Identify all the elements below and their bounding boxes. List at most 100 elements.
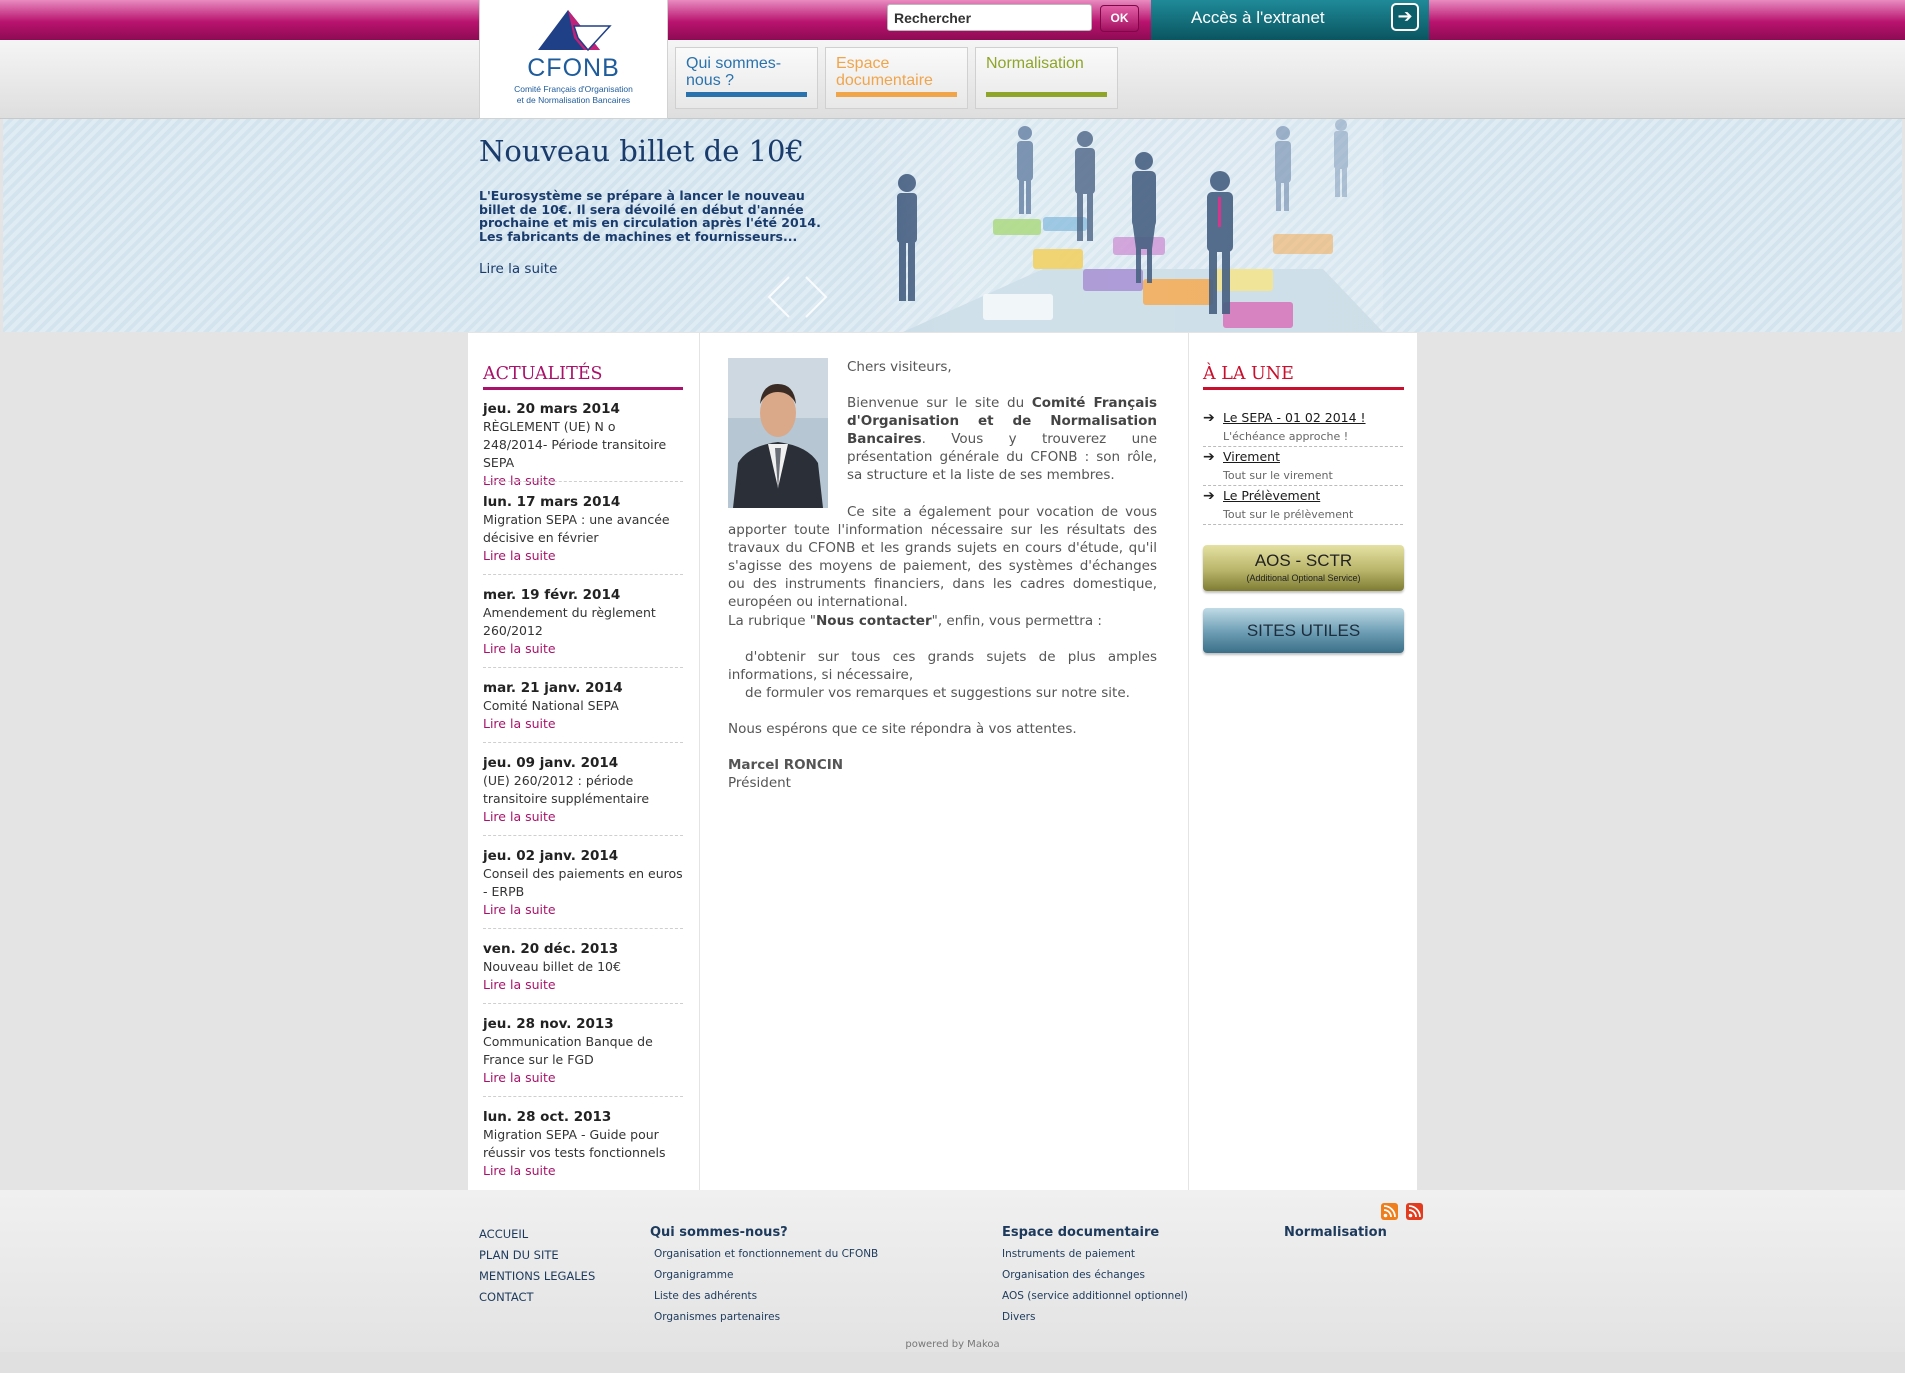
footer-bottom-band: [0, 1352, 1905, 1373]
footer-link-plan-du-site[interactable]: PLAN DU SITE: [479, 1248, 559, 1262]
search-ok-button[interactable]: OK: [1100, 5, 1139, 32]
arrow-right-icon: ➔: [1203, 449, 1215, 465]
rss-icon[interactable]: [1406, 1203, 1423, 1220]
footer-link-contact[interactable]: CONTACT: [479, 1290, 534, 1304]
signature-name: Marcel RONCIN: [728, 757, 844, 773]
news-item: lun. 28 oct. 2013 Migration SEPA - Guide …: [483, 1108, 683, 1180]
une-item-desc: L'échéance approche !: [1223, 430, 1349, 443]
tab-label: Qui sommes-nous ?: [686, 55, 782, 89]
footer-head-normalisation[interactable]: Normalisation: [1284, 1225, 1387, 1240]
welcome-paragraph-4: Nous espérons que ce site répondra à vos…: [728, 721, 1077, 737]
column-divider: [699, 333, 700, 1190]
footer-link[interactable]: Organisation des échanges: [1002, 1269, 1145, 1281]
banner-read-more-link[interactable]: Lire la suite: [479, 261, 557, 277]
tab-qui-sommes-nous[interactable]: Qui sommes-nous ?: [675, 47, 818, 109]
news-text: RÈGLEMENT (UE) N o 248/2014- Période tra…: [483, 419, 667, 470]
news-text: Amendement du règlement 260/2012: [483, 605, 656, 638]
footer-link[interactable]: Divers: [1002, 1311, 1035, 1323]
tab-underline: [686, 92, 807, 97]
news-item: ven. 20 déc. 2013 Nouveau billet de 10€ Li…: [483, 940, 683, 994]
footer-link[interactable]: Organismes partenaires: [654, 1311, 780, 1323]
news-item: jeu. 20 mars 2014 RÈGLEMENT (UE) N o 248/…: [483, 400, 683, 490]
news-date: jeu. 09 janv. 2014: [483, 755, 619, 771]
footer-link[interactable]: Organigramme: [654, 1269, 733, 1281]
news-item: lun. 17 mars 2014 Migration SEPA : une av…: [483, 493, 683, 565]
welcome-p3-start: La rubrique ": [728, 613, 816, 629]
news-separator: [483, 574, 683, 575]
news-read-more-link[interactable]: Lire la suite: [483, 808, 683, 826]
banner-illustration: [863, 119, 1383, 332]
news-item: jeu. 09 janv. 2014 (UE) 260/2012 : périod…: [483, 754, 683, 826]
aos-title: AOS - SCTR: [1254, 551, 1353, 570]
une-item-link[interactable]: Le SEPA - 01 02 2014 !: [1223, 410, 1366, 425]
news-separator: [483, 1096, 683, 1097]
logo-name: CFONB: [527, 54, 620, 82]
news-date: mar. 21 janv. 2014: [483, 680, 623, 696]
welcome-paragraph-3: La rubrique "Nous contacter", enfin, vou…: [728, 612, 1157, 630]
tab-underline: [836, 92, 957, 97]
search-input[interactable]: [887, 4, 1092, 31]
news-read-more-link[interactable]: Lire la suite: [483, 547, 683, 565]
footer-link[interactable]: Liste des adhérents: [654, 1290, 757, 1302]
news-read-more-link[interactable]: Lire la suite: [483, 901, 683, 919]
news-read-more-link[interactable]: Lire la suite: [483, 1162, 683, 1180]
footer-link-accueil[interactable]: ACCUEIL: [479, 1227, 528, 1241]
welcome-bullet-2: de formuler vos remarques et suggestions…: [745, 685, 1130, 701]
rss-glyph: [1408, 1205, 1421, 1218]
welcome-greeting: Chers visiteurs,: [847, 359, 952, 375]
a-la-une-title: À LA UNE: [1203, 364, 1294, 384]
news-read-more-link[interactable]: Lire la suite: [483, 976, 683, 994]
logo-subtitle-line1: Comité Français d'Organisation: [514, 84, 633, 94]
tab-espace-documentaire[interactable]: Espace documentaire: [825, 47, 968, 109]
news-text: (UE) 260/2012 : période transitoire supp…: [483, 773, 650, 806]
tab-label: Normalisation: [986, 55, 1084, 72]
logo-subtitle-line2: et de Normalisation Bancaires: [516, 95, 631, 105]
news-item: mar. 21 janv. 2014 Comité National SEPA Li…: [483, 679, 683, 733]
welcome-bullet-1: d'obtenir sur tous ces grands sujets de …: [728, 649, 1157, 683]
logo-subtitle: Comité Français d'Organisation et de Nor…: [480, 84, 667, 106]
hero-banner: Nouveau billet de 10€ L'Eurosystème se p…: [3, 119, 1902, 332]
news-read-more-link[interactable]: Lire la suite: [483, 715, 683, 733]
chevron-right-icon[interactable]: [800, 275, 830, 319]
chevron-left-icon[interactable]: [765, 275, 795, 319]
news-separator: [483, 742, 683, 743]
news-separator: [483, 1003, 683, 1004]
une-separator: [1203, 524, 1403, 525]
aos-sctr-button[interactable]: AOS - SCTR (Additional Optional Service): [1203, 545, 1404, 591]
footer-link[interactable]: Instruments de paiement: [1002, 1248, 1135, 1260]
news-text: Nouveau billet de 10€: [483, 959, 621, 974]
rss-icon[interactable]: [1381, 1203, 1398, 1220]
a-la-une-rule: [1203, 387, 1404, 390]
news-date: mer. 19 févr. 2014: [483, 587, 621, 603]
footer-link[interactable]: Organisation et fonctionnement du CFONB: [654, 1248, 878, 1260]
site-logo[interactable]: CFONB Comité Français d'Organisation et …: [479, 0, 668, 119]
actualites-rule: [483, 387, 683, 390]
news-text: Migration SEPA : une avancée décisive en…: [483, 512, 670, 545]
portrait-image: [728, 358, 828, 508]
column-divider: [1188, 333, 1189, 1190]
news-item: jeu. 28 nov. 2013 Communication Banque de…: [483, 1015, 683, 1087]
news-read-more-link[interactable]: Lire la suite: [483, 1069, 683, 1087]
extranet-access-button[interactable]: Accès à l'extranet ➔: [1151, 0, 1429, 40]
news-separator: [483, 928, 683, 929]
news-read-more-link[interactable]: Lire la suite: [483, 640, 683, 658]
logo-triangle-icon: [538, 10, 612, 52]
une-item-link[interactable]: Le Prélèvement: [1223, 488, 1320, 503]
une-item-desc: Tout sur le virement: [1223, 469, 1333, 482]
footer-head-qui-sommes-nous[interactable]: Qui sommes-nous?: [650, 1225, 788, 1240]
footer-head-espace-documentaire[interactable]: Espace documentaire: [1002, 1225, 1159, 1240]
welcome-p1-start: Bienvenue sur le site du: [847, 395, 1032, 411]
une-separator: [1203, 485, 1403, 486]
footer: [0, 1190, 1905, 1352]
une-item-link[interactable]: Virement: [1223, 449, 1280, 464]
arrow-right-icon: ➔: [1203, 488, 1215, 504]
sites-utiles-button[interactable]: SITES UTILES: [1203, 608, 1404, 653]
news-date: jeu. 02 janv. 2014: [483, 848, 619, 864]
footer-link-mentions-legales[interactable]: MENTIONS LEGALES: [479, 1269, 595, 1283]
footer-link[interactable]: AOS (service additionnel optionnel): [1002, 1290, 1188, 1302]
news-date: ven. 20 déc. 2013: [483, 941, 619, 957]
news-date: lun. 17 mars 2014: [483, 494, 621, 510]
news-item: jeu. 02 janv. 2014 Conseil des paiements …: [483, 847, 683, 919]
tab-normalisation[interactable]: Normalisation: [975, 47, 1118, 109]
contact-link[interactable]: Nous contacter: [816, 613, 932, 629]
